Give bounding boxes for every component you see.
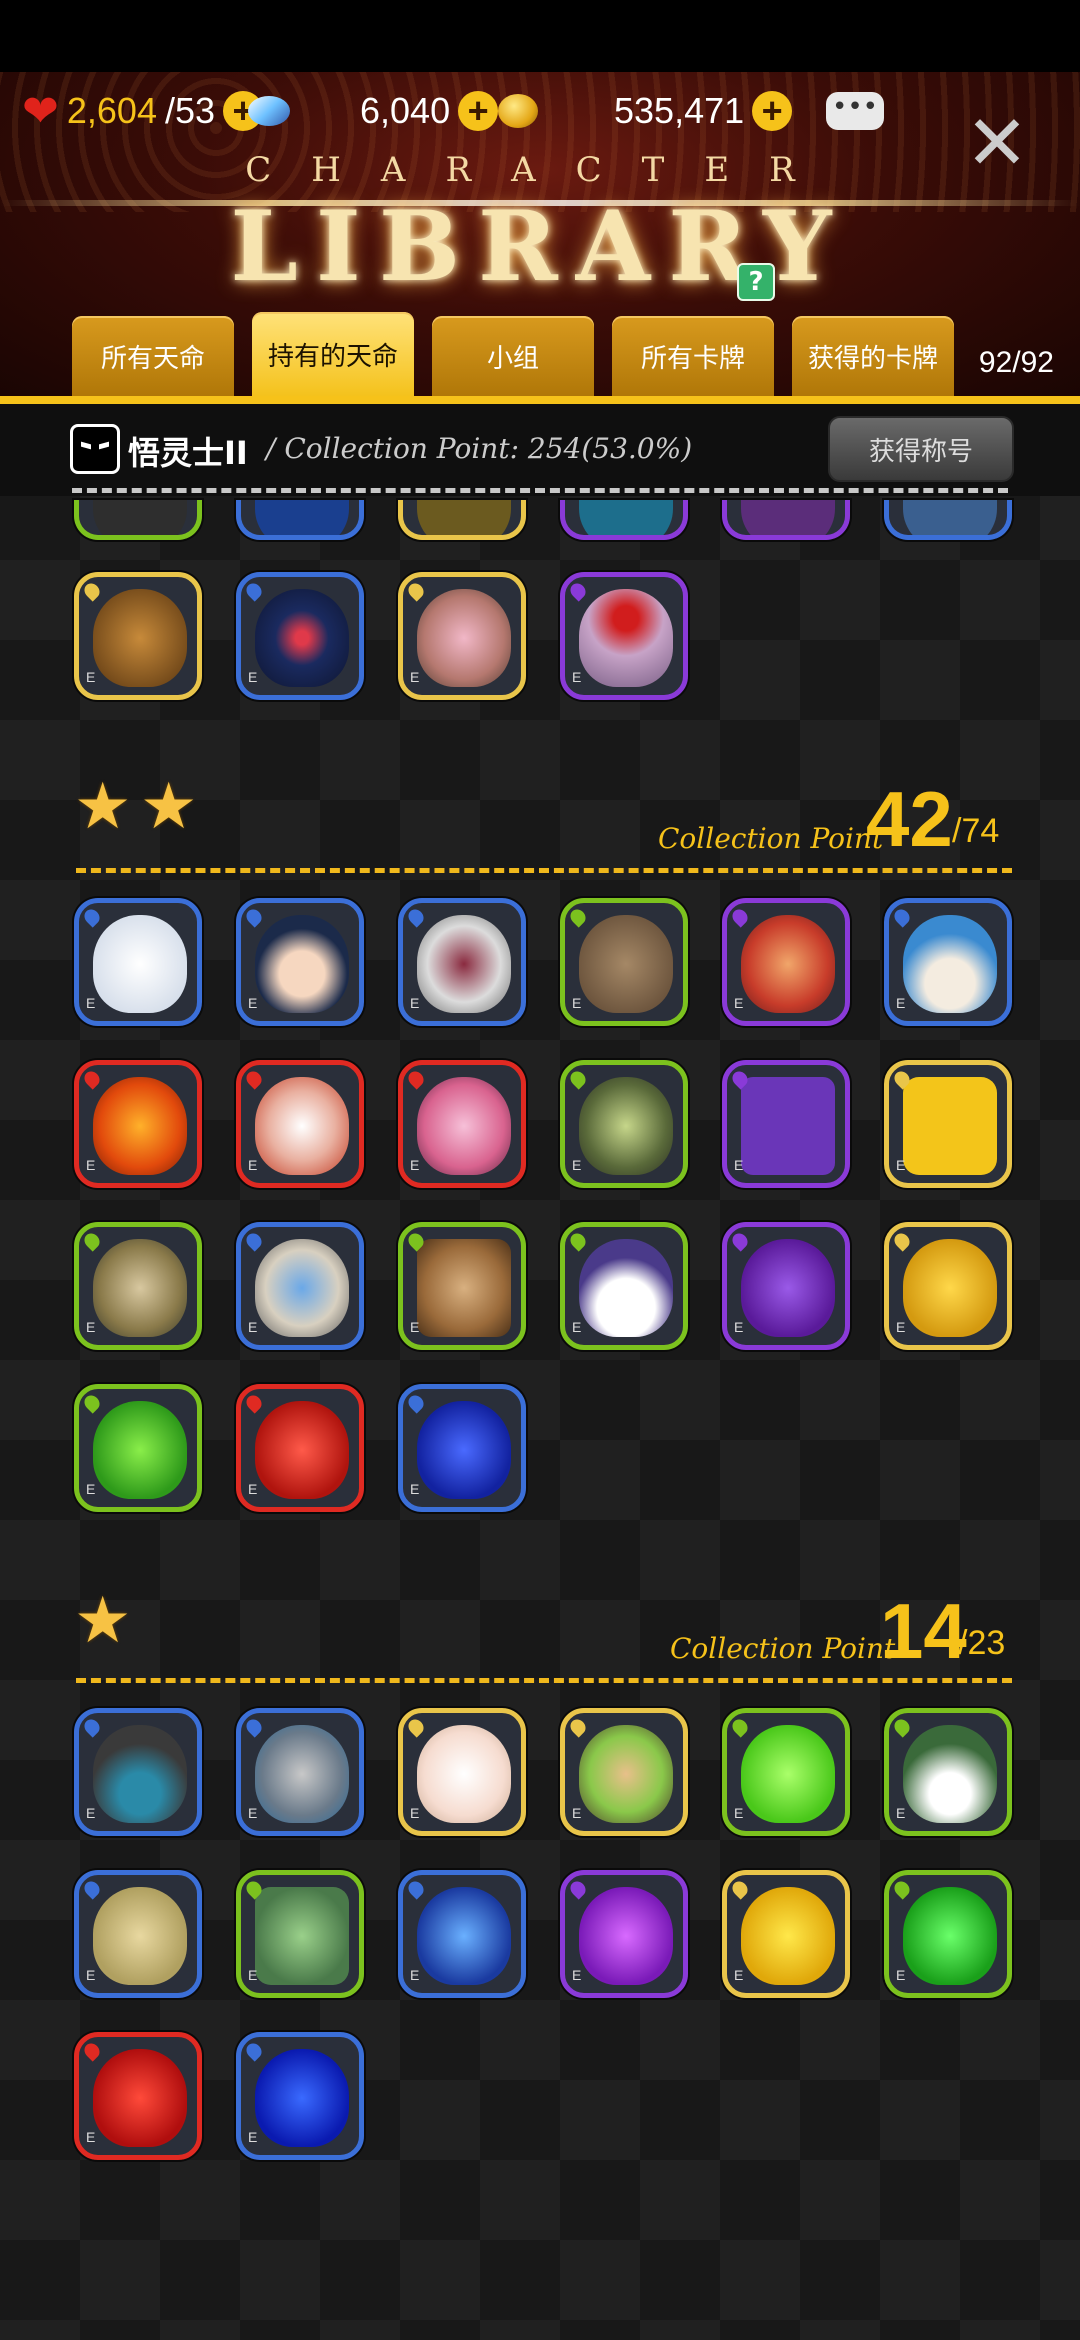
card[interactable]: E [236,2032,364,2160]
card[interactable]: E [398,1060,526,1188]
card[interactable]: E [722,1060,850,1188]
tab-count: 92/92 [978,346,1054,379]
card[interactable]: E [722,1870,850,1998]
card[interactable]: E [560,572,688,700]
section-divider [76,1678,1012,1683]
card[interactable]: E [236,898,364,1026]
card[interactable]: E [236,1870,364,1998]
card[interactable]: E [236,1060,364,1188]
card[interactable]: E [398,1870,526,1998]
divider [72,488,1008,493]
card-partial[interactable] [74,500,202,540]
tab-obtained-cards[interactable]: 获得的卡牌 [792,316,954,396]
add-gems-button[interactable]: + [458,91,499,131]
gold-counter: 535,471 + [498,86,793,136]
card[interactable]: E [74,898,202,1026]
card[interactable]: E [884,1222,1012,1350]
tab-underline [0,396,1080,404]
card[interactable]: E [398,572,526,700]
gold-coin-icon [498,94,538,128]
tab-owned-fates[interactable]: 持有的天命 [252,312,414,396]
collection-title: 悟灵士II [128,434,248,472]
title-small: CHARACTER [245,150,835,190]
card-partial[interactable] [398,500,526,540]
collection-point-total: /74 [952,812,1000,850]
card[interactable]: E [560,1222,688,1350]
tab-bar: 所有天命 持有的天命 小组 所有卡牌 获得的卡牌 [0,312,1080,400]
card[interactable]: E [884,1060,1012,1188]
card-partial[interactable] [884,500,1012,540]
card[interactable]: E [722,1222,850,1350]
card[interactable]: E [398,898,526,1026]
card[interactable]: E [236,1384,364,1512]
card[interactable]: E [884,1708,1012,1836]
card[interactable]: E [74,1708,202,1836]
card-partial[interactable] [722,500,850,540]
card[interactable]: E [722,1708,850,1836]
hearts-counter: ❤ 2,604 /53 + [22,86,264,136]
card[interactable]: E [74,1384,202,1512]
tab-all-cards[interactable]: 所有卡牌 [612,316,774,396]
collection-point-label: Collection Point [670,1632,896,1665]
collection-subtitle: / Collection Point: 254(53.0%) [266,432,693,465]
chat-icon[interactable]: ••• [826,92,884,130]
status-bar [0,0,1080,72]
tab-all-fates[interactable]: 所有天命 [72,316,234,396]
collection-point-total: /23 [958,1624,1006,1662]
tab-group[interactable]: 小组 [432,316,594,396]
collection-point-label: Collection Point [658,822,884,855]
get-title-button[interactable]: 获得称号 [828,416,1014,482]
star-icon: ★ [74,770,132,844]
card[interactable]: E [236,1708,364,1836]
card[interactable]: E [74,1060,202,1188]
hearts-max: /53 [164,90,216,131]
card[interactable]: E [560,898,688,1026]
card[interactable]: E [74,1870,202,1998]
card[interactable]: E [884,898,1012,1026]
help-icon[interactable]: ? [737,263,775,301]
heart-icon: ❤ [22,86,59,136]
card[interactable]: E [74,1222,202,1350]
add-gold-button[interactable]: + [752,91,793,131]
collection-point-value: 42 [866,775,953,863]
title-face-icon [70,424,120,474]
page-title: LIBRARY [230,190,850,303]
card[interactable]: E [398,1708,526,1836]
collection-point-value: 14 [880,1587,967,1675]
card[interactable]: E [236,572,364,700]
card[interactable]: E [560,1870,688,1998]
gems-value: 6,040 [360,90,451,131]
card[interactable]: E [74,2032,202,2160]
card[interactable]: E [884,1870,1012,1998]
card-partial[interactable] [560,500,688,540]
star-icon: ★ [140,770,198,844]
section-divider [76,868,1012,873]
gold-value: 535,471 [614,90,745,131]
star-icon: ★ [74,1584,132,1658]
gems-counter: 6,040 + [248,86,499,136]
card[interactable]: E [560,1060,688,1188]
card[interactable]: E [398,1384,526,1512]
card[interactable]: E [398,1222,526,1350]
hearts-value: 2,604 [66,90,157,131]
card[interactable]: E [722,898,850,1026]
card[interactable]: E [236,1222,364,1350]
card-partial[interactable] [236,500,364,540]
card[interactable]: E [74,572,202,700]
card[interactable]: E [560,1708,688,1836]
gem-icon [248,96,290,126]
